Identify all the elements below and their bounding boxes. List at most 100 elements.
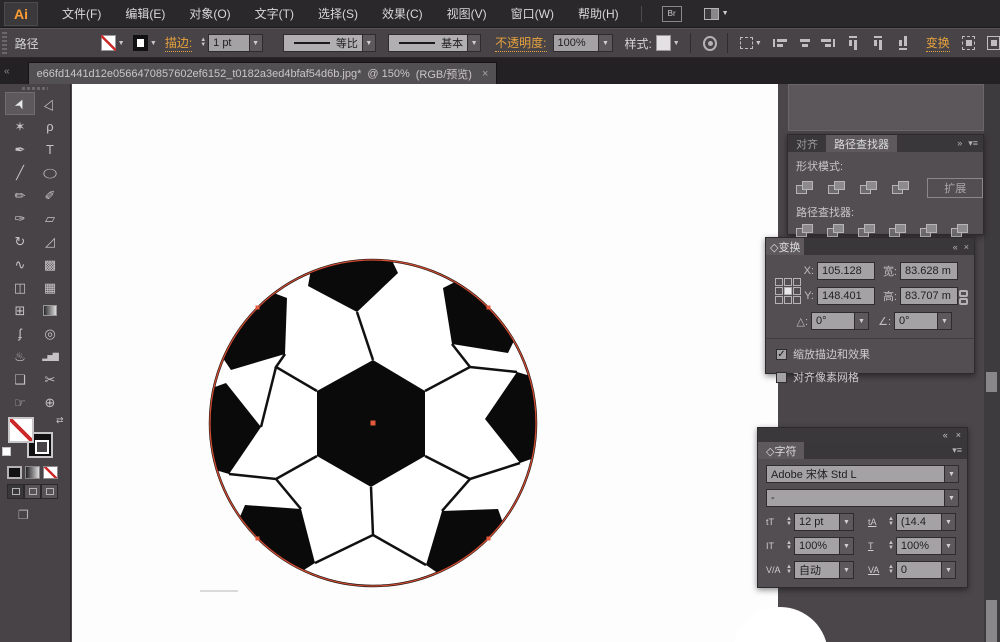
width-profile-select[interactable]: 等比	[283, 34, 363, 52]
selection-tool[interactable]: ➤	[5, 92, 35, 115]
pen-tool[interactable]: ✒	[5, 138, 35, 161]
chevron-down-icon[interactable]: ▼	[150, 40, 157, 47]
perspective-grid-tool[interactable]: ▦	[35, 276, 65, 299]
expand-button[interactable]: 扩展	[927, 178, 983, 198]
vertical-scale-stepper[interactable]: ▲▼	[786, 541, 792, 551]
menu-type[interactable]: 文字(T)	[255, 5, 294, 22]
scrollbar-thumb[interactable]	[986, 600, 997, 642]
rotate-field[interactable]: 0°	[811, 312, 855, 330]
rotate-tool[interactable]: ↻	[5, 230, 35, 253]
tab-align[interactable]: 对齐	[788, 135, 826, 152]
vertical-scale-dropdown-button[interactable]: ▼	[840, 537, 854, 555]
scale-tool[interactable]: ◿	[35, 230, 65, 253]
pixel-grid-checkbox[interactable]	[776, 372, 787, 383]
paintbrush-tool[interactable]: ✏	[5, 184, 35, 207]
leading-field[interactable]: (14.4	[896, 513, 942, 531]
close-tab-icon[interactable]: ×	[482, 68, 488, 80]
none-button[interactable]	[43, 466, 58, 479]
draw-behind-mode-button[interactable]	[24, 484, 41, 499]
pencil-tool[interactable]: ✐	[35, 184, 65, 207]
profile-dropdown-button[interactable]: ▼	[363, 34, 376, 52]
collapse-group-icon[interactable]: «	[953, 242, 958, 252]
zoom-tool[interactable]: ⊕	[35, 391, 65, 414]
default-fill-stroke-icon[interactable]	[2, 447, 11, 456]
collapse-panel-icon[interactable]: «	[4, 66, 10, 77]
column-graph-tool[interactable]: ▂▅▇	[35, 345, 65, 368]
width-field[interactable]: 83.628 m	[900, 262, 958, 280]
unite-icon[interactable]	[796, 181, 815, 196]
menu-effect[interactable]: 效果(C)	[382, 5, 423, 22]
chevron-down-icon[interactable]: ▼	[118, 40, 125, 47]
panel-grip[interactable]	[2, 32, 7, 54]
stroke-panel-link[interactable]: 描边:	[165, 34, 192, 52]
document-tab[interactable]: e66fd1441d12e0566470857602ef6152_t0182a3…	[28, 62, 498, 84]
screen-mode-button[interactable]: ❐	[18, 508, 29, 522]
close-panel-icon[interactable]: ×	[964, 242, 969, 252]
color-button[interactable]	[7, 466, 22, 479]
eraser-tool[interactable]: ▱	[35, 207, 65, 230]
align-vcenter-icon[interactable]	[874, 36, 882, 50]
horizontal-scale-field[interactable]: 100%	[896, 537, 942, 555]
artboard-canvas[interactable]	[72, 84, 778, 642]
opacity-field[interactable]: 100%	[553, 34, 600, 52]
horizontal-scale-stepper[interactable]: ▲▼	[888, 541, 894, 551]
tab-pathfinder[interactable]: 路径查找器	[826, 135, 897, 152]
menu-file[interactable]: 文件(F)	[62, 5, 101, 22]
scrollbar-thumb[interactable]	[986, 372, 997, 392]
menu-edit[interactable]: 编辑(E)	[125, 5, 165, 22]
menu-select[interactable]: 选择(S)	[318, 5, 358, 22]
bridge-button[interactable]: Br	[662, 6, 682, 22]
blend-tool[interactable]: ◎	[35, 322, 65, 345]
shape-options-icon[interactable]	[987, 36, 1000, 50]
menu-view[interactable]: 视图(V)	[447, 5, 487, 22]
soccer-ball-artwork[interactable]	[203, 253, 543, 593]
tab-transform[interactable]: ◇变换	[766, 238, 804, 255]
reference-point-selector[interactable]	[775, 278, 801, 304]
fill-color-indicator[interactable]	[8, 417, 34, 443]
kerning-dropdown-button[interactable]: ▼	[840, 561, 854, 579]
menu-help[interactable]: 帮助(H)	[578, 5, 619, 22]
panel-grip[interactable]	[22, 87, 48, 90]
x-field[interactable]: 105.128	[817, 262, 875, 280]
kerning-field[interactable]: 自动	[794, 561, 840, 579]
minus-front-icon[interactable]	[828, 181, 847, 196]
stroke-color-swatch[interactable]	[133, 35, 148, 51]
y-field[interactable]: 148.401	[817, 287, 875, 305]
direct-selection-tool[interactable]: ▷	[35, 92, 65, 115]
leading-dropdown-button[interactable]: ▼	[942, 513, 956, 531]
brush-dropdown-button[interactable]: ▼	[468, 34, 481, 52]
tab-character[interactable]: ◇字符	[758, 442, 804, 459]
fill-color-swatch[interactable]	[101, 35, 116, 51]
panel-menu-icon[interactable]: ▾≡	[952, 445, 962, 456]
draw-inside-mode-button[interactable]	[41, 484, 58, 499]
transform-panel-link[interactable]: 变换	[926, 34, 950, 52]
stroke-weight-dropdown-button[interactable]: ▼	[250, 34, 263, 52]
recolor-artwork-icon[interactable]	[703, 36, 717, 51]
tracking-dropdown-button[interactable]: ▼	[942, 561, 956, 579]
line-tool[interactable]: ╱	[5, 161, 35, 184]
shear-field[interactable]: 0°	[894, 312, 938, 330]
constrain-proportions-icon[interactable]	[959, 290, 968, 305]
collapse-group-icon[interactable]: «	[943, 430, 948, 440]
stroke-weight-field[interactable]: 1 pt	[208, 34, 249, 52]
stroke-weight-stepper[interactable]: ▲▼	[200, 38, 206, 48]
font-style-select[interactable]: -	[766, 489, 945, 507]
bounding-box-icon[interactable]	[740, 37, 753, 49]
symbol-sprayer-tool[interactable]: ♨	[5, 345, 35, 368]
brush-definition-select[interactable]: 基本	[388, 34, 468, 52]
shape-builder-tool[interactable]: ◫	[5, 276, 35, 299]
lasso-tool[interactable]: ρ	[35, 115, 65, 138]
panel-menu-icon[interactable]: ▾≡	[968, 138, 978, 149]
hand-tool[interactable]: ☞	[5, 391, 35, 414]
scale-strokes-checkbox[interactable]: ✓	[776, 349, 787, 360]
eyedropper-tool[interactable]: ʄ	[5, 322, 35, 345]
leading-stepper[interactable]: ▲▼	[888, 517, 894, 527]
chevron-down-icon[interactable]: ▼	[673, 40, 680, 47]
free-transform-tool[interactable]: ▩	[35, 253, 65, 276]
width-tool[interactable]: ∿	[5, 253, 35, 276]
chevron-down-icon[interactable]: ▼	[755, 40, 762, 47]
ellipse-tool[interactable]: ◯	[35, 161, 65, 184]
rotate-dropdown-button[interactable]: ▼	[855, 312, 869, 330]
align-right-icon[interactable]	[821, 39, 835, 47]
menu-object[interactable]: 对象(O)	[189, 5, 230, 22]
